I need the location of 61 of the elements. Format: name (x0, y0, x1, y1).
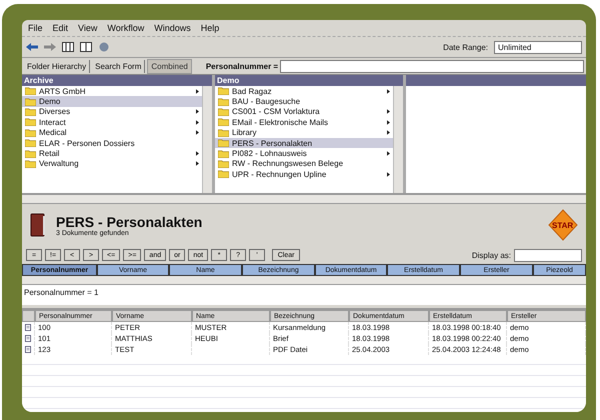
pane-header: Demo (215, 75, 403, 86)
folder-list-item[interactable]: ELAR - Personen Dossiers (22, 138, 202, 148)
forward-arrow-icon[interactable] (44, 42, 56, 52)
folder-icon (218, 108, 229, 116)
menu-item[interactable]: Help (200, 23, 220, 33)
folder-icon (25, 150, 36, 158)
folder-list-item[interactable]: PERS - Personalakten (215, 138, 393, 148)
folder-list-item[interactable]: RW - Rechnungswesen Belege (215, 158, 393, 170)
display-as-field[interactable] (514, 248, 582, 262)
split-view-icon[interactable] (80, 42, 92, 52)
menu-item[interactable]: View (78, 23, 98, 33)
folder-list-item[interactable]: CS001 - CSM Vorlaktura (215, 106, 393, 118)
folder-list-item[interactable]: Verwaltung (22, 158, 202, 170)
date-range-label: Date Range: (443, 42, 488, 52)
folder-list-item[interactable]: Interact (22, 117, 202, 128)
view-tab[interactable]: Folder Hierarchy (24, 60, 90, 72)
scrollbar[interactable] (202, 86, 212, 193)
folder-list-item[interactable]: PI082 - Lohnausweis (215, 148, 393, 159)
layout-icon[interactable] (62, 42, 74, 52)
back-arrow-icon[interactable] (26, 42, 38, 52)
document-icon (25, 334, 31, 343)
query-text[interactable]: Personalnummer = 1 (22, 285, 586, 305)
folder-list-item[interactable]: Retail (22, 148, 202, 159)
folder-list-item[interactable]: Library (215, 128, 393, 138)
folder-icon (218, 160, 229, 168)
folder-list-item[interactable]: BAU - Baugesuche (215, 96, 393, 107)
folder-list-item[interactable]: Medical (22, 128, 202, 138)
folder-list-item[interactable]: UPR - Rechnungen Upline (215, 169, 393, 180)
view-tab[interactable]: Search Form (92, 60, 146, 72)
folder-icon (25, 160, 36, 168)
start-button[interactable]: STAR (548, 209, 578, 241)
folder-list-item[interactable]: Bad Ragaz (215, 86, 393, 96)
scrollbar[interactable] (22, 195, 586, 204)
folder-icon (218, 118, 229, 126)
folder-list-item[interactable]: Demo (22, 96, 202, 107)
menu-item[interactable]: Workflow (107, 23, 144, 33)
search-field[interactable] (280, 60, 584, 72)
scrollbar[interactable] (22, 276, 586, 285)
pane-header: Archive (22, 75, 212, 86)
folder-list-item[interactable]: Diverses (22, 106, 202, 118)
folder-icon (25, 139, 36, 148)
view-tab[interactable]: Combined (147, 58, 192, 74)
folder-icon (25, 98, 36, 106)
menu-item[interactable]: Edit (52, 23, 68, 33)
document-type-title: PERS - Personalakten (56, 214, 204, 230)
search-label: Personalnummer = (206, 62, 278, 70)
document-icon (25, 323, 31, 332)
folder-icon (25, 128, 36, 137)
column-header[interactable] (22, 310, 35, 322)
scrollbar[interactable] (393, 86, 403, 193)
menu-item[interactable]: Windows (154, 23, 191, 33)
menu-item[interactable]: File (28, 23, 43, 33)
date-range-field[interactable]: Unlimited (494, 40, 582, 54)
folder-icon (218, 98, 229, 106)
folder-list-item[interactable]: EMail - Elektronische Mails (215, 117, 393, 128)
folder-list-item[interactable]: ARTS GmbH (22, 86, 202, 96)
display-as-label: Display as: (472, 250, 511, 260)
book-icon (30, 213, 46, 237)
folder-icon (218, 139, 229, 148)
folder-icon (218, 170, 229, 178)
folder-icon (25, 118, 36, 126)
